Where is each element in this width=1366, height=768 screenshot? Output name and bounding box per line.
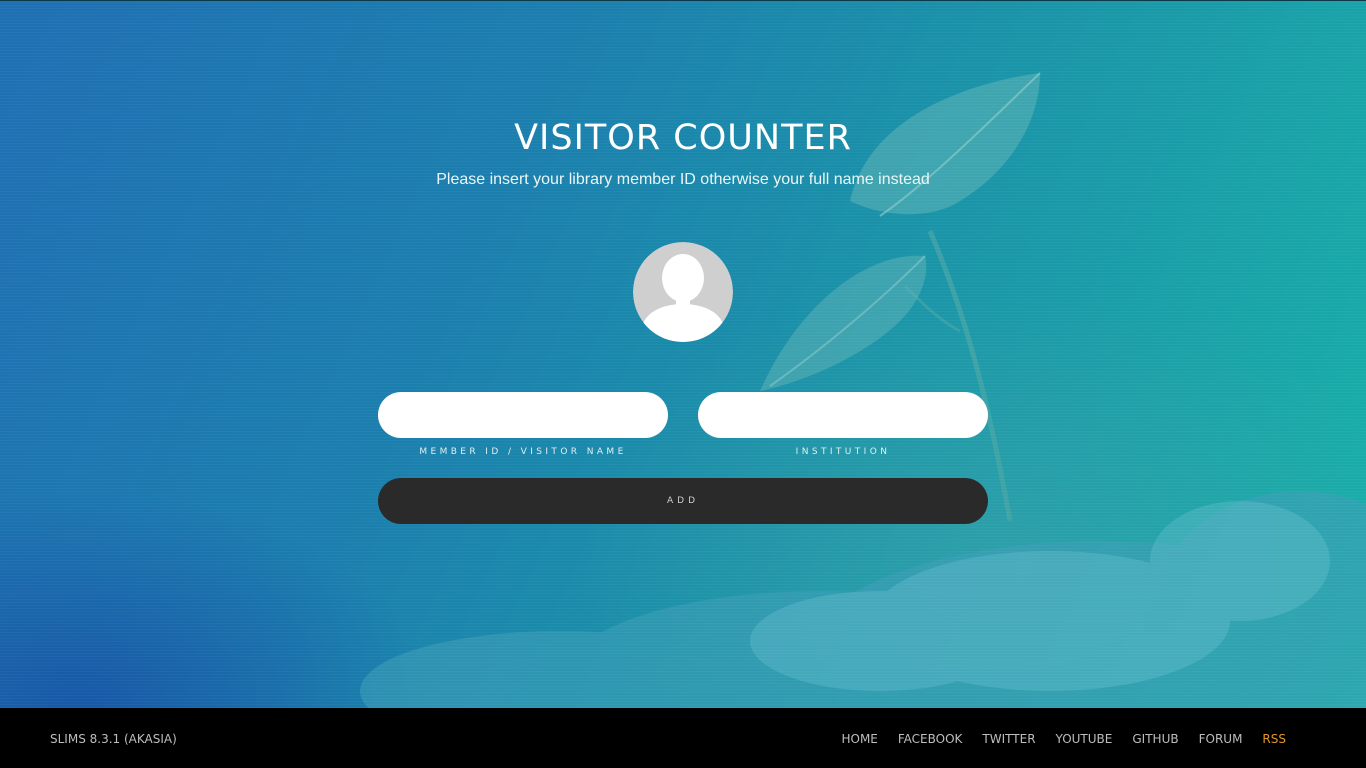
user-silhouette-icon <box>633 242 733 342</box>
add-button[interactable]: ADD <box>378 478 988 524</box>
nav-link-github[interactable]: GITHUB <box>1132 732 1178 746</box>
institution-label: INSTITUTION <box>795 447 891 457</box>
page-title: VISITOR COUNTER <box>514 118 852 158</box>
nav-link-rss[interactable]: RSS <box>1262 732 1286 746</box>
footer: SLIMS 8.3.1 (AKASIA) HOME FACEBOOK TWITT… <box>0 708 1366 768</box>
page-subtitle: Please insert your library member ID oth… <box>436 171 930 188</box>
member-id-input[interactable] <box>378 392 668 438</box>
visitor-counter-page: VISITOR COUNTER Please insert your libra… <box>0 0 1366 768</box>
nav-link-youtube[interactable]: YOUTUBE <box>1056 732 1113 746</box>
footer-nav: HOME FACEBOOK TWITTER YOUTUBE GITHUB FOR… <box>841 732 1286 746</box>
nav-link-forum[interactable]: FORUM <box>1199 732 1243 746</box>
institution-input[interactable] <box>698 392 988 438</box>
scanline-overlay <box>0 1 1366 708</box>
nav-link-twitter[interactable]: TWITTER <box>982 732 1035 746</box>
nav-link-home[interactable]: HOME <box>841 732 877 746</box>
nav-link-facebook[interactable]: FACEBOOK <box>898 732 963 746</box>
hero-background <box>0 0 1366 708</box>
member-id-label: MEMBER ID / VISITOR NAME <box>419 447 627 457</box>
visitor-avatar <box>633 242 733 342</box>
version-text: SLIMS 8.3.1 (AKASIA) <box>50 732 177 746</box>
